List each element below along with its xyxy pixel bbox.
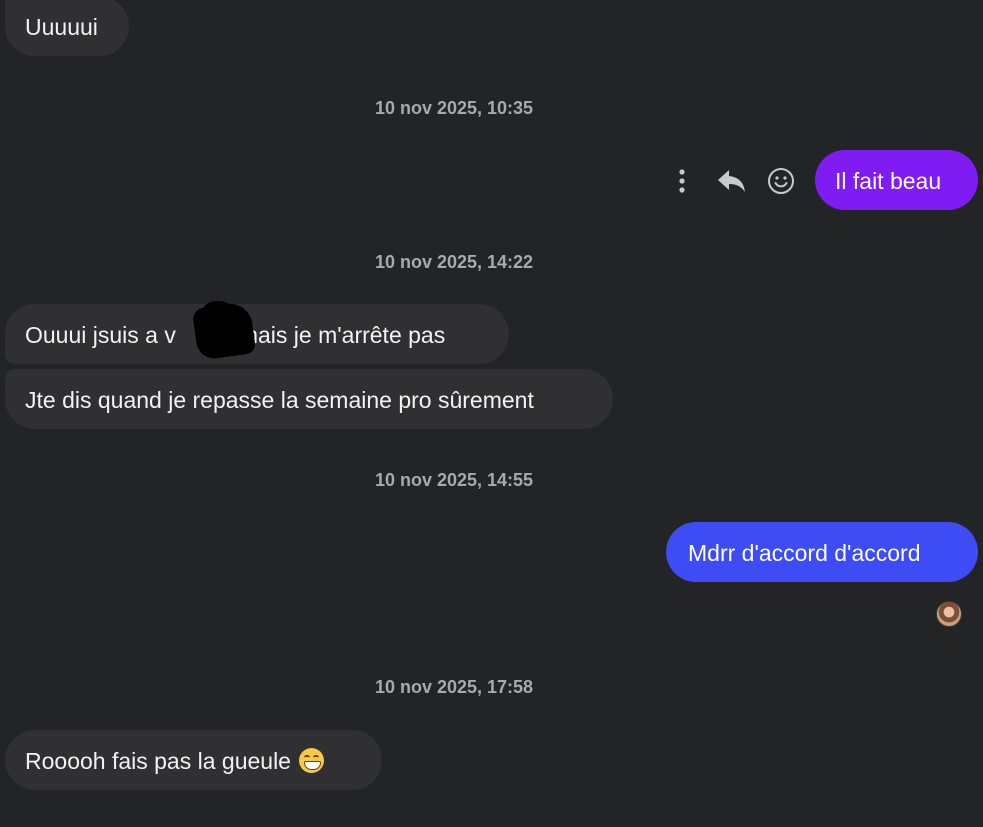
outgoing-message[interactable]: Mdrr d'accord d'accord [666, 522, 978, 582]
message-actions [668, 162, 803, 200]
redaction-mark [203, 301, 233, 319]
message-text: Rooooh fais pas la gueule [25, 748, 291, 774]
incoming-message[interactable]: Uuuuui [5, 0, 129, 56]
outgoing-message[interactable]: Il fait beau [815, 150, 978, 210]
reply-icon[interactable] [714, 162, 750, 200]
incoming-message[interactable]: Rooooh fais pas la gueule [5, 730, 382, 790]
incoming-message[interactable]: Ouuui jsuis a v mais je m'arrête pas [5, 304, 509, 364]
message-text: Jte dis quand je repasse la semaine pro … [25, 387, 534, 413]
timestamp: 10 nov 2025, 17:58 [374, 677, 534, 697]
grinning-face-icon [299, 748, 325, 773]
more-options-icon[interactable] [670, 162, 694, 200]
message-text: Il fait beau [835, 168, 942, 194]
react-emoji-icon[interactable] [764, 162, 798, 200]
message-text: Mdrr d'accord d'accord [688, 540, 921, 566]
timestamp: 10 nov 2025, 14:22 [374, 252, 534, 272]
timestamp: 10 nov 2025, 10:35 [374, 98, 534, 118]
incoming-message[interactable]: Jte dis quand je repasse la semaine pro … [5, 369, 613, 429]
timestamp: 10 nov 2025, 14:55 [374, 470, 534, 490]
chat-thread: Uuuuui 10 nov 2025, 10:35 Il fait beau 1… [0, 0, 983, 827]
seen-avatar [936, 601, 962, 627]
message-text-part: Ouuui jsuis a v [25, 322, 176, 348]
message-text: Uuuuui [25, 14, 98, 40]
message-text-part: mais je m'arrête pas [238, 322, 446, 348]
